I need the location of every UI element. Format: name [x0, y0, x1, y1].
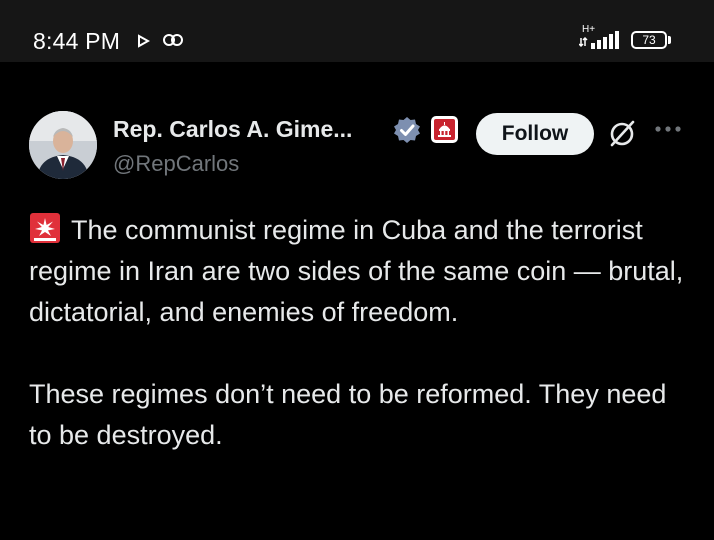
- status-time: 8:44 PM: [33, 28, 121, 54]
- tweet-paragraph-2: These regimes don’t need to be reformed.…: [29, 379, 667, 450]
- author-display-name[interactable]: Rep. Carlos A. Gime...: [113, 116, 352, 143]
- link-icon: [163, 34, 183, 46]
- more-options-icon[interactable]: [654, 124, 682, 134]
- government-affiliate-icon: [431, 116, 458, 143]
- status-bar: 8:44 PM H+ 73: [0, 0, 714, 62]
- verified-badge-icon: [394, 117, 420, 143]
- battery-icon: 73: [631, 31, 667, 49]
- avatar[interactable]: [29, 111, 97, 179]
- play-icon: [138, 34, 150, 48]
- follow-button[interactable]: Follow: [476, 113, 594, 155]
- author-handle[interactable]: @RepCarlos: [113, 151, 239, 177]
- grok-icon[interactable]: [606, 117, 638, 149]
- battery-tip: [668, 36, 671, 44]
- tweet-paragraph-1-text: The communist regime in Cuba and the ter…: [29, 215, 684, 327]
- battery-level: 73: [642, 33, 656, 47]
- tweet-paragraph-1: The communist regime in Cuba and the ter…: [29, 210, 689, 333]
- screen: 8:44 PM H+ 73 Rep. Carlos A. Gime... @Re…: [0, 0, 714, 540]
- signal-icon: [579, 31, 619, 49]
- tweet-text: The communist regime in Cuba and the ter…: [29, 210, 689, 456]
- siren-icon: [30, 213, 60, 243]
- avatar-image: [29, 111, 97, 179]
